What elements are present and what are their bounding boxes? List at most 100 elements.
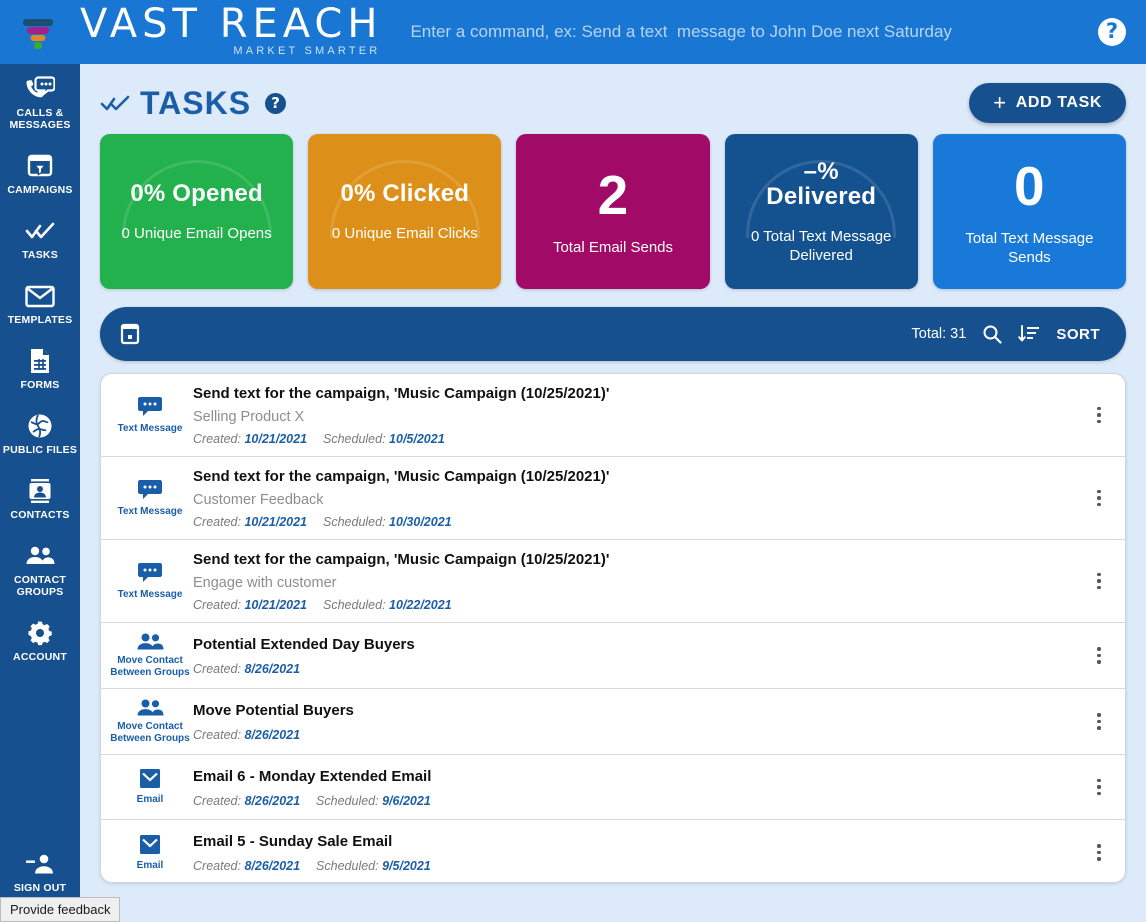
sidebar-item-contacts[interactable]: CONTACTS <box>0 466 80 531</box>
page-title-group: TASKS ? <box>100 84 287 122</box>
tasks-icon <box>25 218 55 244</box>
sidebar-item-templates[interactable]: TEMPLATES <box>0 271 80 336</box>
sidebar-item-label: CAMPAIGNS <box>7 184 73 196</box>
scheduled-value: 9/6/2021 <box>382 793 431 808</box>
task-title: Email 5 - Sunday Sale Email <box>193 833 393 850</box>
sidebar-item-label: TEMPLATES <box>7 314 73 326</box>
task-meta: Created: 8/26/2021 <box>193 728 1069 742</box>
account-icon <box>27 620 53 646</box>
table-row[interactable]: Text Message Send text for the campaign,… <box>101 457 1125 540</box>
sidebar-item-account[interactable]: ACCOUNT <box>0 608 80 673</box>
sidebar-item-sign-out[interactable]: SIGN OUT <box>0 839 80 904</box>
search-icon[interactable] <box>982 324 1002 344</box>
vast-reach-logo-icon[interactable] <box>16 10 60 54</box>
stat-card-clicked[interactable]: 0% Clicked 0 Unique Email Clicks <box>308 134 502 289</box>
total-count-label: Total: 31 <box>911 326 967 342</box>
table-row[interactable]: Email Email 5 - Sunday Sale Email Create… <box>101 820 1125 882</box>
row-menu-icon[interactable] <box>1079 778 1119 796</box>
sidebar-item-campaigns[interactable]: CAMPAIGNS <box>0 141 80 206</box>
page-title: TASKS <box>140 84 252 121</box>
move-contact-icon <box>135 699 165 717</box>
task-type-label: Text Message <box>117 423 183 435</box>
task-title: Email 6 - Monday Extended Email <box>193 767 432 785</box>
row-menu-icon[interactable] <box>1079 844 1119 861</box>
table-row[interactable]: Move Contact Between Groups Potential Ex… <box>101 623 1125 689</box>
created-label: Created: <box>193 432 241 446</box>
sort-button[interactable]: SORT <box>1056 326 1100 343</box>
sort-descending-icon[interactable] <box>1018 324 1040 344</box>
created-value: 8/26/2021 <box>244 728 301 742</box>
command-input[interactable] <box>410 22 1078 42</box>
created-value: 10/21/2021 <box>244 432 307 446</box>
public-files-icon <box>27 413 53 439</box>
brand-block: VAST REACH MARKET SMARTER <box>80 4 382 58</box>
main-content: TASKS ? + ADD TASK 0% Opened 0 Unique Em… <box>80 64 1146 922</box>
stat-card-opened[interactable]: 0% Opened 0 Unique Email Opens <box>100 134 294 289</box>
task-type: Email <box>101 834 193 872</box>
sidebar-item-calls-messages[interactable]: CALLS & MESSAGES <box>0 64 80 141</box>
scheduled-value: 10/22/2021 <box>389 598 452 612</box>
add-task-button[interactable]: + ADD TASK <box>969 83 1126 123</box>
created-label: Created: <box>193 859 241 873</box>
row-menu-icon[interactable] <box>1079 489 1119 507</box>
scheduled-value: 10/30/2021 <box>389 515 452 529</box>
task-body: Send text for the campaign, 'Music Campa… <box>193 384 1079 446</box>
sidebar-item-contact-groups[interactable]: CONTACT GROUPS <box>0 531 80 608</box>
table-row[interactable]: Email Email 6 - Monday Extended Email Cr… <box>101 755 1125 820</box>
task-type: Text Message <box>101 478 193 518</box>
help-icon[interactable]: ? <box>1098 18 1126 46</box>
page-help-icon[interactable]: ? <box>265 92 287 114</box>
task-type: Text Message <box>101 561 193 601</box>
scheduled-label: Scheduled: <box>323 432 386 446</box>
task-body: Email 5 - Sunday Sale Email Created: 8/2… <box>193 832 1079 873</box>
table-row[interactable]: Text Message Send text for the campaign,… <box>101 374 1125 457</box>
stat-card-total-email-sends[interactable]: 2 Total Email Sends <box>516 134 710 289</box>
stat-card-label: 0 Unique Email Opens <box>121 224 272 242</box>
task-list[interactable]: Text Message Send text for the campaign,… <box>100 373 1126 883</box>
created-value: 10/21/2021 <box>244 515 307 529</box>
task-title: Potential Extended Day Buyers <box>193 636 415 653</box>
row-menu-icon[interactable] <box>1079 406 1119 424</box>
task-type: Move Contact Between Groups <box>101 699 193 744</box>
sidebar-item-public-files[interactable]: PUBLIC FILES <box>0 401 80 466</box>
task-type: Move Contact Between Groups <box>101 633 193 678</box>
row-menu-icon[interactable] <box>1079 572 1119 590</box>
task-body: Send text for the campaign, 'Music Campa… <box>193 550 1079 612</box>
task-meta: Created: 8/26/2021 Scheduled: 9/5/2021 <box>193 859 1069 873</box>
scheduled-value: 9/5/2021 <box>382 859 431 873</box>
contact-groups-icon <box>24 543 56 569</box>
created-value: 10/21/2021 <box>244 598 307 612</box>
row-menu-icon[interactable] <box>1079 647 1119 664</box>
sidebar-item-label: ACCOUNT <box>13 651 67 663</box>
task-title: Move Potential Buyers <box>193 702 354 719</box>
task-meta: Created: 10/21/2021 Scheduled: 10/30/202… <box>193 515 1069 529</box>
task-title: Send text for the campaign, 'Music Campa… <box>193 468 610 485</box>
filter-toolbar: Total: 31 SORT <box>100 307 1126 361</box>
stat-card-value: 0 <box>1014 154 1045 217</box>
stat-card-total-text-sends[interactable]: 0 Total Text Message Sends <box>932 134 1127 289</box>
email-icon <box>137 834 163 856</box>
stat-card-delivered[interactable]: –% Delivered 0 Total Text Message Delive… <box>724 134 918 289</box>
created-label: Created: <box>193 598 241 612</box>
task-type-label: Email <box>136 859 164 871</box>
task-title: Send text for the campaign, 'Music Campa… <box>193 551 610 568</box>
top-header: VAST REACH MARKET SMARTER ? <box>0 0 1146 64</box>
row-menu-icon[interactable] <box>1079 713 1119 730</box>
stat-card-label: Total Email Sends <box>552 239 674 256</box>
brand-tagline: MARKET SMARTER <box>233 45 381 57</box>
created-label: Created: <box>193 728 241 742</box>
sidebar-item-label: CONTACT GROUPS <box>14 574 66 598</box>
sidebar-item-label: CONTACTS <box>10 509 70 521</box>
app-root: VAST REACH MARKET SMARTER ? CALLS & MESS… <box>0 0 1146 922</box>
move-contact-icon <box>135 633 165 651</box>
scheduled-label: Scheduled: <box>316 793 379 808</box>
sidebar-item-tasks[interactable]: TASKS <box>0 206 80 271</box>
table-row[interactable]: Move Contact Between Groups Move Potenti… <box>101 689 1125 755</box>
task-type-label: Text Message <box>117 589 183 601</box>
sidebar-item-forms[interactable]: FORMS <box>0 336 80 401</box>
created-value: 8/26/2021 <box>244 662 301 676</box>
provide-feedback-button[interactable]: Provide feedback <box>0 897 121 922</box>
sidebar-item-label: TASKS <box>22 249 58 261</box>
table-row[interactable]: Text Message Send text for the campaign,… <box>101 540 1125 623</box>
calendar-icon[interactable] <box>120 323 140 345</box>
